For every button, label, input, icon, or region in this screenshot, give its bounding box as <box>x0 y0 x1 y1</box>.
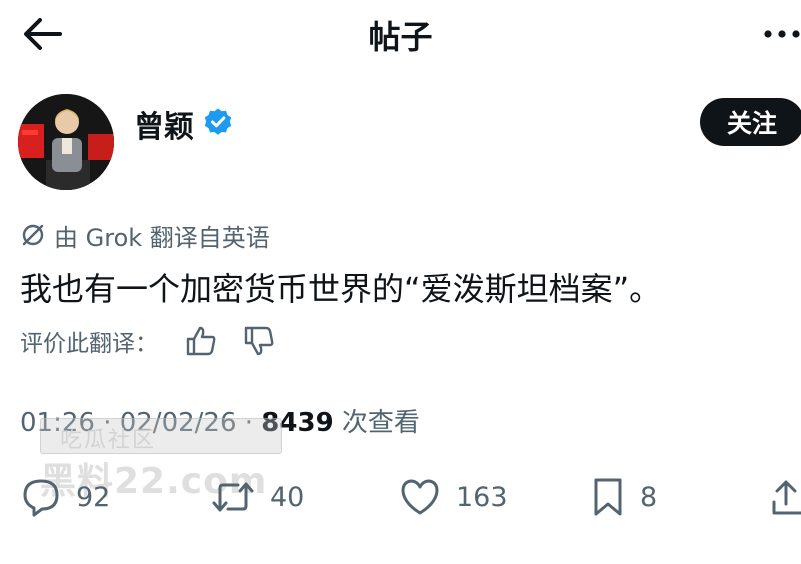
post-text: 我也有一个加密货币世界的“爱泼斯坦档案”。 <box>20 270 662 308</box>
translation-notice[interactable]: 由 Grok 翻译自英语 <box>20 220 270 252</box>
repost-button[interactable]: 40 <box>210 470 304 524</box>
avatar-image <box>18 94 114 190</box>
view-count-label: 次查看 <box>333 408 420 438</box>
thumbs-up-icon[interactable] <box>184 324 218 358</box>
bookmark-button[interactable]: 8 <box>590 470 657 524</box>
bookmark-count: 8 <box>640 481 658 513</box>
like-count: 163 <box>456 481 508 513</box>
author-name[interactable]: 曾颖 <box>134 102 194 146</box>
top-bar: 帖子 <box>0 0 801 68</box>
view-count[interactable]: 8439 <box>261 408 333 438</box>
reply-count: 92 <box>76 481 111 513</box>
translation-notice-text: 由 Grok 翻译自英语 <box>54 223 270 252</box>
heart-icon <box>401 479 439 515</box>
follow-button[interactable]: 关注 <box>700 98 801 146</box>
action-bar: 92 40 163 8 <box>0 470 801 524</box>
repost-icon <box>212 482 254 512</box>
thumbs-down-icon[interactable] <box>242 324 276 358</box>
share-icon <box>772 480 801 515</box>
verified-badge-icon <box>204 108 232 135</box>
repost-count: 40 <box>270 481 305 513</box>
more-button[interactable] <box>760 14 801 54</box>
translate-icon <box>22 224 44 246</box>
share-button[interactable] <box>770 470 801 524</box>
reply-icon <box>23 479 59 517</box>
post-meta: 01:26 · 02/02/26 · 8439 次查看 <box>20 402 420 439</box>
avatar[interactable] <box>18 94 114 190</box>
rate-translation: 评价此翻译： <box>20 324 276 358</box>
bookmark-icon <box>594 478 622 516</box>
page-title: 帖子 <box>368 18 433 56</box>
like-button[interactable]: 163 <box>398 470 508 524</box>
rate-translation-label: 评价此翻译： <box>20 331 158 357</box>
more-horizontal-icon <box>764 30 800 38</box>
post-timestamp[interactable]: 01:26 · 02/02/26 · <box>20 408 261 438</box>
reply-button[interactable]: 92 <box>20 470 110 524</box>
